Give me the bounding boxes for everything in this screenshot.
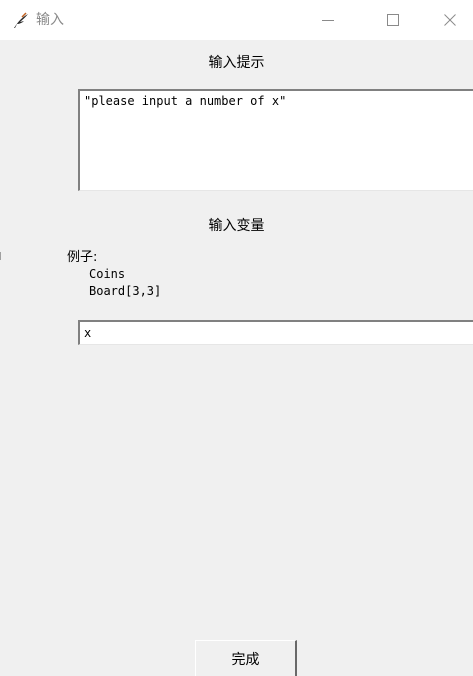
window-title: 输入: [36, 12, 64, 28]
done-button[interactable]: 完成: [195, 640, 297, 676]
example-heading: 例子:: [67, 250, 98, 265]
prompt-textbox[interactable]: "please input a number of x": [78, 89, 473, 191]
example-line: Board[3,3]: [89, 284, 162, 298]
feather-icon: [14, 12, 28, 28]
maximize-button[interactable]: [370, 0, 416, 40]
minimize-icon: [322, 20, 334, 21]
maximize-icon: [387, 14, 399, 26]
prompt-label: 输入提示: [208, 55, 265, 71]
close-button[interactable]: [427, 0, 473, 40]
title-bar: 输入: [0, 0, 473, 40]
variable-label: 输入变量: [208, 218, 265, 234]
input-dialog: 输入 输入提示 "please input a number of x" 输入变…: [0, 0, 473, 676]
left-edge-mark: [0, 252, 1, 260]
variable-input[interactable]: [78, 320, 473, 345]
close-icon: [444, 14, 456, 26]
example-line: Coins: [89, 267, 126, 281]
minimize-button[interactable]: [305, 0, 351, 40]
